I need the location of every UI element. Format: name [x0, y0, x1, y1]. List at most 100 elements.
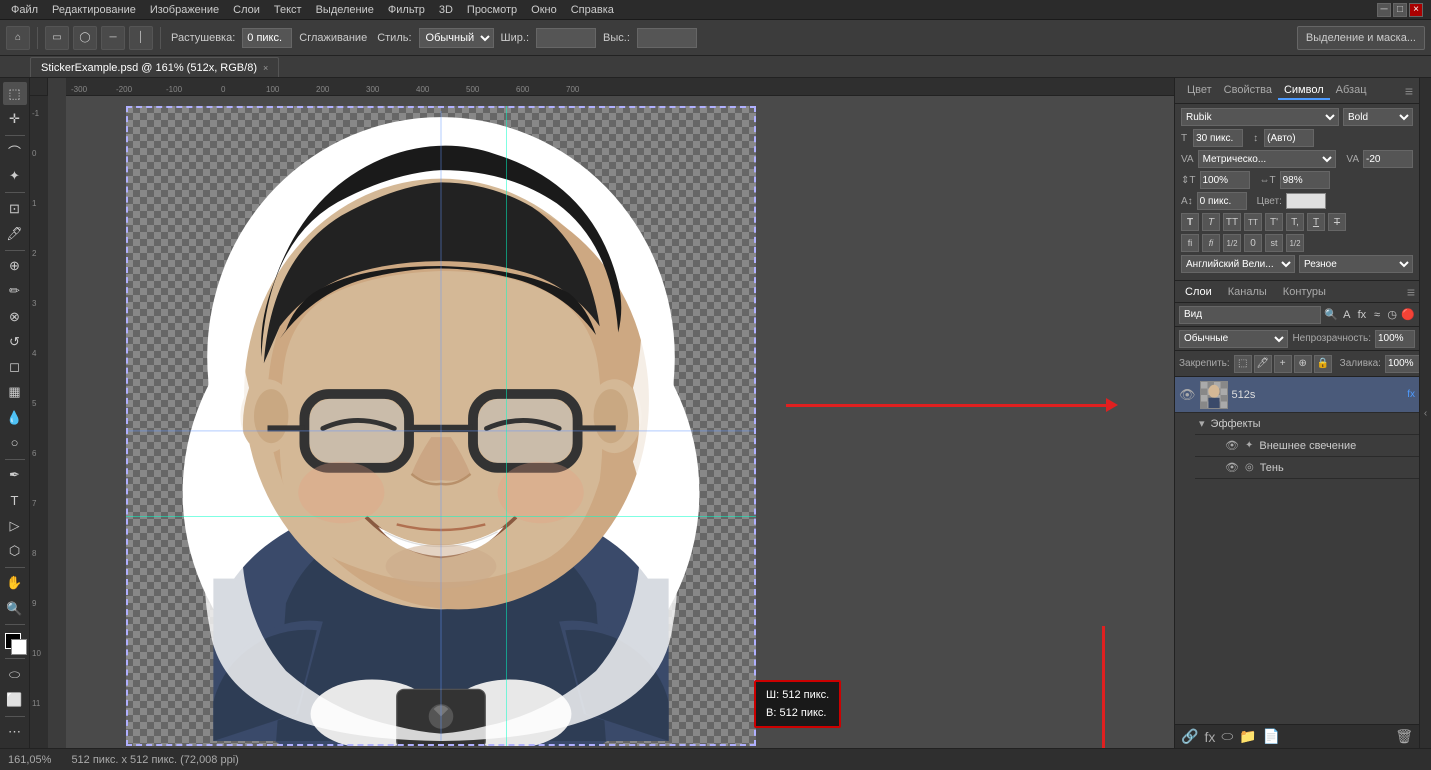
menu-file[interactable]: Файл — [4, 2, 45, 18]
layers-filter-type[interactable]: 🔍 — [1324, 306, 1338, 324]
layer-shadow[interactable]: 👁 ◎ Тень — [1195, 457, 1419, 479]
lock-transparent[interactable]: ⬚ — [1234, 355, 1252, 373]
link-layers-btn[interactable]: 🔗 — [1181, 728, 1198, 745]
layer-item[interactable]: 👁 — [1175, 377, 1419, 413]
blend-mode-select[interactable]: Обычные — [1179, 330, 1288, 348]
menu-select[interactable]: Выделение — [309, 2, 381, 18]
font-family-select[interactable]: Rubik — [1181, 108, 1339, 126]
allcaps-btn[interactable]: TT — [1223, 213, 1241, 231]
superscript-btn[interactable]: T' — [1265, 213, 1283, 231]
layer-tab-channels[interactable]: Каналы — [1222, 284, 1273, 300]
vscale-input[interactable] — [1200, 171, 1250, 189]
toolbar-marquee-ellipse[interactable]: ◯ — [73, 26, 97, 50]
baseline-input[interactable] — [1197, 192, 1247, 210]
tool-text[interactable]: T — [3, 489, 27, 512]
minimize-btn[interactable]: ─ — [1377, 3, 1391, 17]
layers-filter-name[interactable]: A — [1341, 306, 1353, 324]
menu-window[interactable]: Окно — [524, 2, 564, 18]
tool-gradient[interactable]: ▦ — [3, 381, 27, 404]
tracking-input[interactable] — [1363, 150, 1413, 168]
maximize-btn[interactable]: □ — [1393, 3, 1407, 17]
tool-zoom[interactable]: 🔍 — [3, 597, 27, 620]
select-mask-btn[interactable]: Выделение и маска... — [1297, 26, 1425, 50]
ligature2-btn[interactable]: fi — [1202, 234, 1220, 252]
bold-btn[interactable]: T — [1181, 213, 1199, 231]
new-layer-btn[interactable]: 📄 — [1263, 728, 1280, 745]
tool-move[interactable]: ✛ — [3, 107, 27, 130]
layers-filter-mode[interactable]: ≈ — [1371, 306, 1383, 324]
tool-brush[interactable]: ✏ — [3, 280, 27, 303]
tool-clone[interactable]: ⊗ — [3, 305, 27, 328]
layer-visibility-toggle[interactable]: 👁 — [1179, 387, 1196, 403]
layer-tab-paths[interactable]: Контуры — [1277, 284, 1332, 300]
menu-image[interactable]: Изображение — [143, 2, 226, 18]
tool-path-select[interactable]: ▷ — [3, 514, 27, 537]
toolbar-single-col[interactable]: │ — [129, 26, 153, 50]
layers-search-input[interactable] — [1179, 306, 1321, 324]
layer-fx-badge[interactable]: fx — [1407, 389, 1415, 400]
fraction2-btn[interactable]: 1/2 — [1286, 234, 1304, 252]
panel-tab-color[interactable]: Цвет — [1181, 82, 1218, 100]
layers-filter-color[interactable]: 🔴 — [1401, 306, 1415, 324]
text-color-swatch[interactable] — [1286, 193, 1326, 209]
shadow-vis[interactable]: 👁 — [1225, 461, 1239, 474]
panel-menu-icon[interactable]: ≡ — [1405, 83, 1413, 99]
tool-selection[interactable]: ⬚ — [3, 82, 27, 105]
tool-extra[interactable]: ⋯ — [3, 721, 27, 744]
ordinal-btn[interactable]: 0 — [1244, 234, 1262, 252]
panel-tab-symbol[interactable]: Символ — [1278, 82, 1330, 100]
layer-outer-glow[interactable]: 👁 ✦ Внешнее свечение — [1195, 435, 1419, 457]
menu-text[interactable]: Текст — [267, 2, 309, 18]
height-input[interactable] — [637, 28, 697, 48]
menu-filter[interactable]: Фильтр — [381, 2, 432, 18]
panel-tab-properties[interactable]: Свойства — [1218, 82, 1278, 100]
delete-layer-btn[interactable]: 🗑 — [1395, 728, 1413, 745]
kerning-select[interactable]: Метрическо... — [1198, 150, 1337, 168]
tool-pen[interactable]: ✒ — [3, 464, 27, 487]
add-style-btn[interactable]: fx — [1204, 729, 1215, 745]
panel-tab-paragraph[interactable]: Абзац — [1330, 82, 1373, 100]
toolbar-marquee-rect[interactable]: ▭ — [45, 26, 69, 50]
fraction-btn[interactable]: 1/2 — [1223, 234, 1241, 252]
layer-tab-layers[interactable]: Слои — [1179, 284, 1218, 300]
tool-healing[interactable]: ⊕ — [3, 255, 27, 278]
layers-menu-icon[interactable]: ≡ — [1407, 284, 1415, 300]
hscale-input[interactable] — [1280, 171, 1330, 189]
layer-effects-header[interactable]: ▾ Эффекты — [1195, 413, 1419, 435]
lock-position[interactable]: + — [1274, 355, 1292, 373]
lock-artboard[interactable]: ⊕ — [1294, 355, 1312, 373]
lock-image[interactable]: 🖊 — [1254, 355, 1272, 373]
lock-all[interactable]: 🔒 — [1314, 355, 1332, 373]
document-tab[interactable]: StickerExample.psd @ 161% (512x, RGB/8) … — [30, 57, 279, 77]
language-select[interactable]: Английский Вели... — [1181, 255, 1295, 273]
font-size-input[interactable] — [1193, 129, 1243, 147]
close-btn[interactable]: × — [1409, 3, 1423, 17]
tool-crop[interactable]: ⊡ — [3, 197, 27, 220]
menu-view[interactable]: Просмотр — [460, 2, 524, 18]
smallcaps-btn[interactable]: TT — [1244, 213, 1262, 231]
antialias-select[interactable]: Резное — [1299, 255, 1413, 273]
menu-help[interactable]: Справка — [564, 2, 621, 18]
effects-expand-icon[interactable]: ▾ — [1199, 417, 1205, 430]
toolbar-home-btn[interactable]: ⌂ — [6, 26, 30, 50]
tool-shape[interactable]: ⬡ — [3, 539, 27, 562]
menu-layers[interactable]: Слои — [226, 2, 267, 18]
new-group-btn[interactable]: 📁 — [1239, 728, 1256, 745]
leading-input[interactable] — [1264, 129, 1314, 147]
subscript-btn[interactable]: T, — [1286, 213, 1304, 231]
layers-filter-effect[interactable]: fx — [1356, 306, 1368, 324]
toolbar-single-row[interactable]: ─ — [101, 26, 125, 50]
tool-blur[interactable]: 💧 — [3, 406, 27, 429]
strikethrough-btn[interactable]: T — [1328, 213, 1346, 231]
width-input[interactable] — [536, 28, 596, 48]
tool-eraser[interactable]: ◻ — [3, 356, 27, 379]
tool-dodge[interactable]: ○ — [3, 431, 27, 454]
panel-collapse-btn[interactable]: ‹ — [1419, 78, 1431, 748]
layers-filter-attr[interactable]: ◷ — [1386, 306, 1398, 324]
underline-btn[interactable]: T — [1307, 213, 1325, 231]
italic-btn[interactable]: T — [1202, 213, 1220, 231]
font-style-select[interactable]: Bold — [1343, 108, 1413, 126]
menu-3d[interactable]: 3D — [432, 2, 460, 18]
tab-close-icon[interactable]: × — [263, 63, 268, 73]
tool-hand[interactable]: ✋ — [3, 572, 27, 595]
